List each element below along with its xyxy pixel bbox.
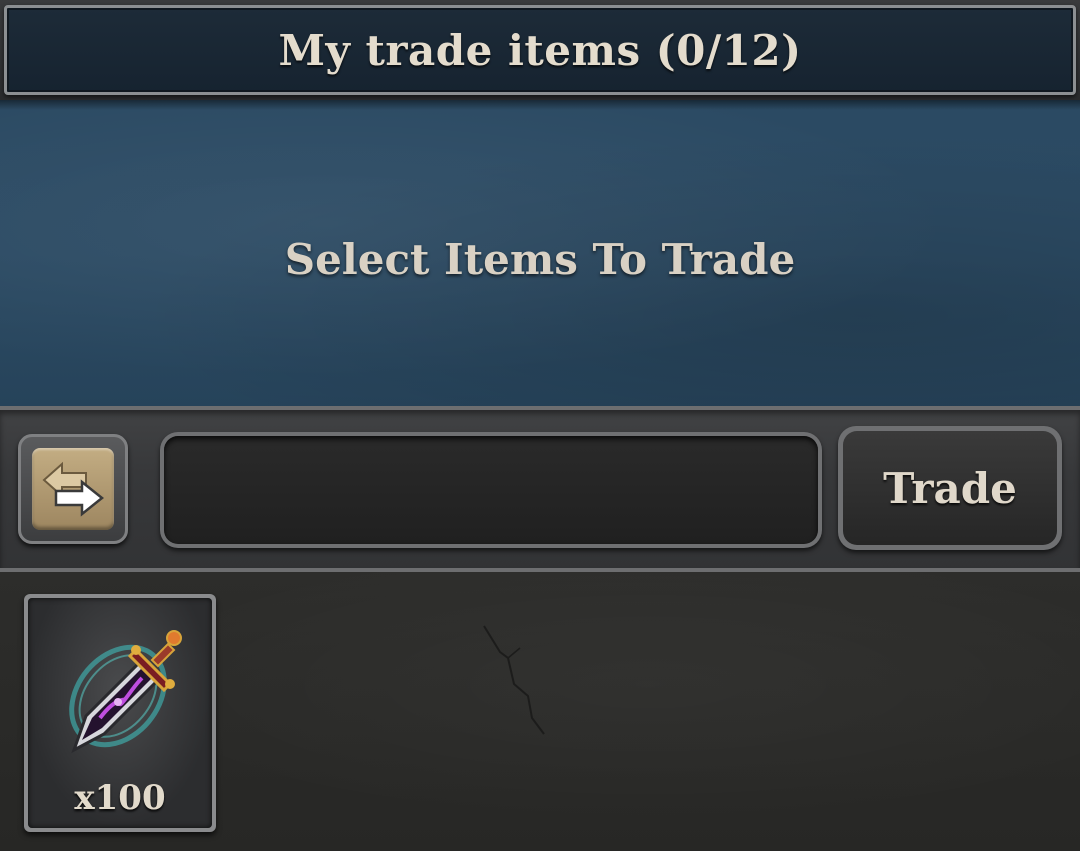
- inventory-slot-frame: x100: [28, 598, 212, 828]
- trade-button-face: Trade: [843, 431, 1057, 545]
- inventory-slot[interactable]: x100: [24, 594, 216, 832]
- sword-icon: [69, 630, 182, 754]
- control-strip: Trade: [0, 406, 1080, 572]
- swap-button-face: [32, 448, 114, 530]
- item-quantity: x100: [74, 778, 166, 818]
- empty-trade-message: Select Items To Trade: [284, 234, 796, 284]
- trade-items-panel: Select Items To Trade: [0, 100, 1080, 408]
- trade-screen: My trade items (0/12) Select Items To Tr…: [0, 0, 1080, 851]
- swap-button[interactable]: [18, 434, 128, 544]
- stone-crack-decoration: [483, 625, 545, 735]
- inventory-area: x100: [0, 572, 1080, 851]
- header-bar: My trade items (0/12): [0, 0, 1080, 100]
- trade-input[interactable]: [164, 436, 818, 544]
- trade-button[interactable]: Trade: [838, 426, 1062, 550]
- page-title: My trade items (0/12): [278, 25, 802, 75]
- trade-text-field[interactable]: [160, 432, 822, 548]
- trade-button-label: Trade: [883, 463, 1017, 513]
- swap-arrows-icon: [42, 461, 105, 517]
- header-frame: My trade items (0/12): [4, 5, 1076, 95]
